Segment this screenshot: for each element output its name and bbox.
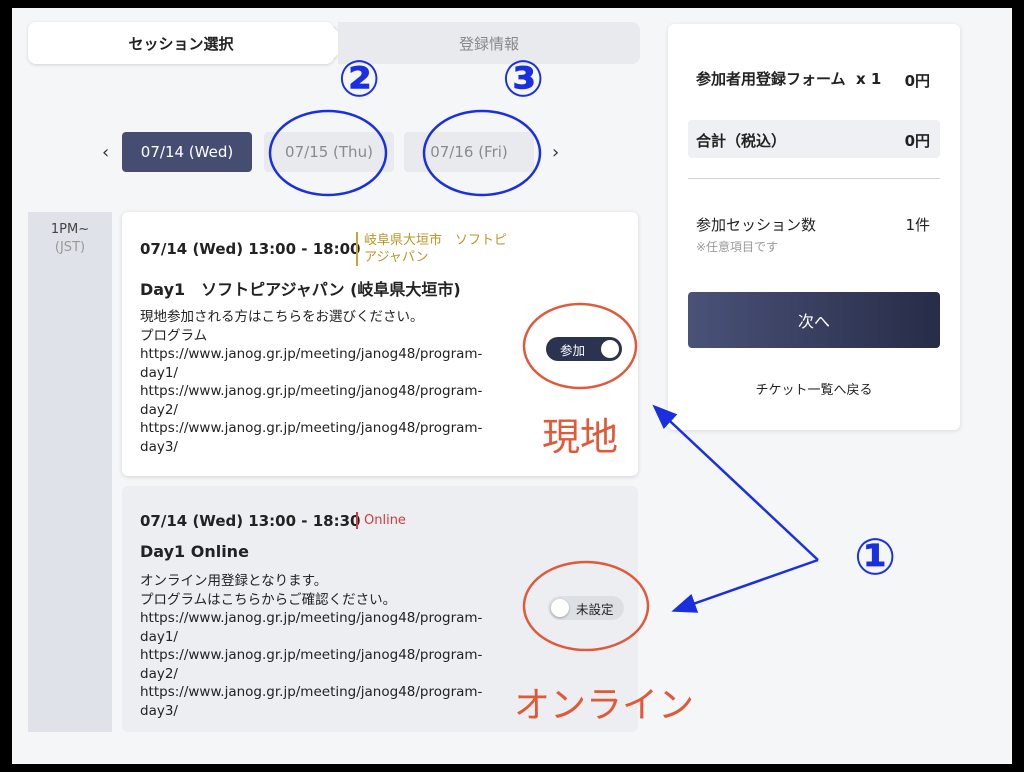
session-datetime: 07/14 (Wed) 13:00 - 18:00 (140, 240, 361, 258)
date-button-0716[interactable]: 07/16 (Fri) (404, 132, 534, 172)
desc-line: プログラム (140, 327, 208, 344)
program-link[interactable]: day1/ (140, 628, 510, 647)
ticket-quantity: x 1 (856, 70, 882, 88)
annotation-label-online: オンライン (514, 685, 695, 726)
program-link[interactable]: day3/ (140, 702, 510, 721)
toggle-label: 未設定 (576, 601, 614, 617)
program-link[interactable]: https://www.janog.gr.jp/meeting/janog48/… (140, 609, 510, 628)
program-link[interactable]: https://www.janog.gr.jp/meeting/janog48/… (140, 683, 510, 702)
next-button[interactable]: 次へ (688, 292, 940, 348)
session-title: Day1 ソフトピアジャパン (岐阜県大垣市) (140, 280, 461, 299)
program-link[interactable]: day3/ (140, 438, 510, 457)
session-count-value: 1件 (905, 216, 930, 234)
annotation-label-onsite: 現地 (542, 415, 619, 459)
date-button-0715[interactable]: 07/15 (Thu) (264, 132, 394, 172)
prev-date-arrow[interactable]: ‹ (102, 142, 109, 163)
toggle-knob (601, 340, 619, 358)
desc-line: 現地参加される方はこちらをお選びください。 (140, 309, 424, 325)
program-link[interactable]: day2/ (140, 401, 510, 420)
time-column: 1PM~ (JST) (28, 212, 112, 732)
program-link[interactable]: day2/ (140, 665, 510, 684)
participate-toggle-online[interactable]: 未設定 (548, 596, 624, 620)
session-location: 岐阜県大垣市 ソフトピ アジャパン (356, 232, 522, 266)
total-value: 0円 (904, 132, 930, 150)
order-summary-panel: 参加者用登録フォーム x 1 0円 合計（税込） 0円 参加セッション数 1件 … (668, 24, 960, 430)
program-link[interactable]: https://www.janog.gr.jp/meeting/janog48/… (140, 382, 510, 401)
time-slot-label: 1PM~ (50, 222, 90, 237)
ticket-price: 0円 (904, 72, 930, 90)
toggle-label: 参加 (560, 342, 586, 358)
desc-line: オンライン用登録となります。 (140, 573, 328, 589)
total-label: 合計（税込） (696, 132, 787, 150)
back-to-tickets-link[interactable]: チケット一覧へ戻る (668, 379, 960, 398)
session-title: Day1 Online (140, 542, 249, 561)
session-description: オンライン用登録となります。 プログラムはこちらからご確認ください。 https… (140, 572, 510, 720)
step-tabs: セッション選択 登録情報 (28, 22, 640, 64)
session-location: Online (356, 512, 406, 529)
optional-note: ※任意項目です (696, 240, 779, 254)
annotation-arrow-online (671, 558, 819, 613)
location-line1: 岐阜県大垣市 ソフトピ (364, 233, 508, 248)
app-frame: セッション選択 登録情報 ‹ 07/14 (Wed) 07/15 (Thu) 0… (12, 8, 1012, 764)
annotation-number-3: ③ (502, 50, 545, 108)
desc-line: プログラムはこちらからご確認ください。 (140, 591, 397, 608)
annotation-number-2: ② (338, 50, 381, 108)
toggle-knob (551, 599, 569, 617)
session-description: 現地参加される方はこちらをお選びください。 プログラム https://www.… (140, 308, 510, 456)
program-link[interactable]: https://www.janog.gr.jp/meeting/janog48/… (140, 345, 510, 364)
next-date-arrow[interactable]: › (552, 142, 559, 163)
ticket-form-name: 参加者用登録フォーム (696, 70, 846, 88)
divider (688, 178, 940, 179)
session-count-label: 参加セッション数 (696, 216, 817, 234)
date-button-0714[interactable]: 07/14 (Wed) (122, 132, 252, 172)
annotation-arrow-onsite (652, 404, 819, 561)
location-line2: アジャパン (364, 250, 429, 265)
annotation-number-1: ① (854, 528, 897, 586)
program-link[interactable]: https://www.janog.gr.jp/meeting/janog48/… (140, 646, 510, 665)
total-row: 合計（税込） 0円 (688, 120, 940, 158)
program-link[interactable]: https://www.janog.gr.jp/meeting/janog48/… (140, 419, 510, 438)
program-link[interactable]: day1/ (140, 364, 510, 383)
participate-toggle-onsite[interactable]: 参加 (546, 337, 622, 361)
timezone-label: (JST) (54, 240, 86, 255)
tab-session-select[interactable]: セッション選択 (28, 22, 334, 64)
session-datetime: 07/14 (Wed) 13:00 - 18:30 (140, 512, 361, 530)
tab-registration-info[interactable]: 登録情報 (338, 22, 640, 64)
